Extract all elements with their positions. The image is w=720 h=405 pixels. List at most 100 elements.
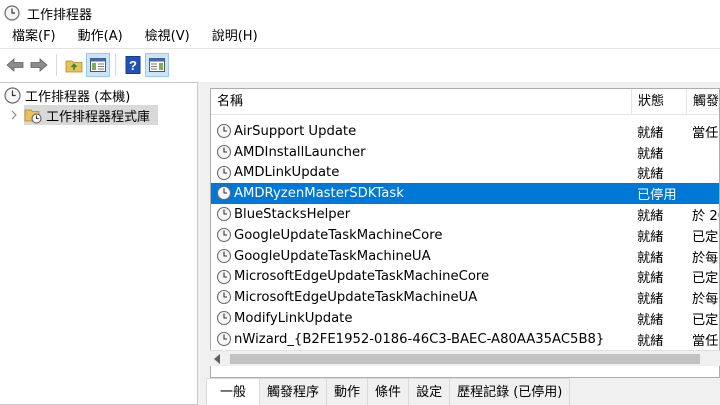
task-triggers: 已定	[692, 229, 719, 245]
table-row[interactable]: GoogleUpdateTaskMachineUA 就緒 於每	[211, 246, 719, 267]
table-row[interactable]: AMDInstallLauncher 就緒	[211, 142, 719, 163]
tree-item-library-selected[interactable]: 工作排程器程式庫	[24, 105, 158, 125]
task-status: 就緒	[637, 229, 664, 245]
column-header-triggers[interactable]: 觸發	[687, 89, 719, 115]
task-status: 已停用	[637, 188, 677, 204]
task-triggers: 於每	[692, 250, 719, 266]
menu-action[interactable]: 動作(A)	[67, 26, 134, 48]
task-list-pane: 名稱 狀態 觸發 AirSupport Update 就緒 當任 AMDInstall…	[206, 82, 720, 405]
task-triggers: 已定	[692, 271, 719, 287]
table-row[interactable]: BlueStacksHelper 就緒 於 20	[211, 204, 719, 225]
task-status: 就緒	[637, 271, 664, 287]
task-clock-icon	[216, 165, 232, 180]
svg-text:?: ?	[129, 58, 137, 73]
task-name: AirSupport Update	[234, 123, 357, 139]
table-row[interactable]: nWizard_{B2FE1952-0186-46C3-BAEC-A80AA35…	[211, 329, 719, 350]
back-button[interactable]	[3, 53, 27, 77]
help-icon: ?	[125, 55, 141, 74]
task-triggers: 當任	[692, 333, 719, 349]
forward-arrow-icon	[30, 57, 48, 72]
tab-settings[interactable]: 設定	[408, 378, 451, 405]
console-tree-icon	[90, 57, 106, 72]
task-name: AMDInstallLauncher	[234, 144, 366, 160]
table-row[interactable]: MicrosoftEdgeUpdateTaskMachineUA 就緒 於每	[211, 287, 719, 308]
detail-tabs: 一般 觸發程序 動作 條件 設定 歷程記錄 (已停用)	[206, 378, 720, 405]
console-tree-pane: 工作排程器 (本機) 工作排程器程式庫	[0, 82, 198, 405]
task-status: 就緒	[637, 167, 664, 183]
task-status: 就緒	[637, 292, 664, 308]
toolbar-separator	[56, 53, 57, 76]
scroll-left-arrow-icon[interactable]	[214, 354, 220, 364]
task-scheduler-clock-icon	[4, 5, 20, 21]
task-name: ModifyLinkUpdate	[234, 311, 353, 327]
task-status: 就緒	[637, 209, 664, 225]
toolbar: ?	[0, 48, 720, 80]
expand-chevron-icon[interactable]	[10, 110, 18, 120]
task-triggers: 於 20	[692, 209, 719, 225]
tab-conditions[interactable]: 條件	[367, 378, 410, 405]
window-title: 工作排程器	[27, 7, 93, 23]
scrollbar-thumb[interactable]	[230, 354, 700, 364]
table-row[interactable]: MicrosoftEdgeUpdateTaskMachineCore 就緒 已定	[211, 267, 719, 288]
task-status: 就緒	[637, 146, 664, 162]
task-name: MicrosoftEdgeUpdateTaskMachineUA	[234, 290, 478, 306]
title-bar: 工作排程器	[0, 0, 720, 26]
toolbar-separator	[115, 53, 116, 76]
show-hide-action-pane-button[interactable]	[145, 52, 169, 77]
pane-splitter[interactable]	[198, 82, 206, 405]
task-name: MicrosoftEdgeUpdateTaskMachineCore	[234, 269, 490, 285]
tree-item-library-label: 工作排程器程式庫	[46, 109, 151, 125]
table-row[interactable]: ModifyLinkUpdate 就緒 已定	[211, 308, 719, 329]
task-clock-icon	[216, 331, 232, 347]
column-header-status[interactable]: 狀態	[632, 89, 687, 115]
task-name: GoogleUpdateTaskMachineCore	[234, 227, 443, 243]
task-status: 就緒	[637, 333, 664, 349]
menu-file[interactable]: 檔案(F)	[0, 26, 67, 48]
task-clock-icon	[216, 311, 232, 326]
task-list: 名稱 狀態 觸發 AirSupport Update 就緒 當任 AMDInstall…	[210, 88, 720, 378]
task-name: AMDRyzenMasterSDKTask	[234, 186, 404, 202]
task-clock-icon	[216, 123, 232, 139]
folder-up-icon	[65, 60, 83, 72]
task-clock-icon	[216, 290, 232, 305]
menu-help[interactable]: 說明(H)	[201, 26, 269, 48]
task-name: nWizard_{B2FE1952-0186-46C3-BAEC-A80AA35…	[234, 331, 605, 347]
up-folder-button[interactable]	[62, 53, 86, 77]
tree-root-label: 工作排程器 (本機)	[25, 89, 131, 105]
task-status: 就緒	[637, 250, 664, 266]
table-row[interactable]: AMDLinkUpdate 就緒	[211, 163, 719, 184]
tab-actions[interactable]: 動作	[326, 378, 369, 405]
task-clock-icon	[216, 207, 232, 222]
forward-button[interactable]	[27, 53, 51, 77]
table-row[interactable]: AirSupport Update 就緒 當任	[211, 121, 719, 142]
menu-view[interactable]: 檢視(V)	[134, 26, 201, 48]
folder-clock-icon	[24, 109, 42, 123]
tab-history[interactable]: 歷程記錄 (已停用)	[449, 378, 571, 405]
show-hide-console-tree-button[interactable]	[86, 52, 110, 77]
horizontal-scrollbar[interactable]	[210, 350, 720, 366]
task-clock-icon	[216, 144, 232, 159]
task-triggers: 已定	[692, 313, 719, 329]
table-row[interactable]: GoogleUpdateTaskMachineCore 就緒 已定	[211, 225, 719, 246]
help-button[interactable]: ?	[121, 53, 145, 77]
table-row[interactable]: AMDRyzenMasterSDKTask 已停用	[211, 183, 719, 205]
task-name: BlueStacksHelper	[234, 207, 351, 223]
task-triggers: 當任	[692, 125, 719, 141]
task-scheduler-clock-icon	[4, 86, 21, 104]
task-clock-icon	[216, 227, 232, 243]
action-pane-icon	[149, 57, 165, 72]
tab-general[interactable]: 一般	[206, 378, 261, 405]
task-status: 就緒	[637, 313, 664, 329]
task-name: AMDLinkUpdate	[234, 165, 340, 181]
task-name: GoogleUpdateTaskMachineUA	[234, 248, 431, 264]
back-arrow-icon	[6, 57, 24, 72]
task-status: 就緒	[637, 125, 664, 141]
tree-root[interactable]: 工作排程器 (本機)	[4, 85, 130, 105]
task-clock-icon	[216, 269, 232, 284]
column-header-name[interactable]: 名稱	[211, 89, 632, 115]
task-clock-icon	[216, 248, 232, 263]
tab-triggers[interactable]: 觸發程序	[259, 378, 328, 405]
task-clock-icon	[216, 186, 232, 201]
task-triggers: 於每	[692, 292, 719, 308]
menu-bar: 檔案(F) 動作(A) 檢視(V) 說明(H)	[0, 26, 720, 48]
